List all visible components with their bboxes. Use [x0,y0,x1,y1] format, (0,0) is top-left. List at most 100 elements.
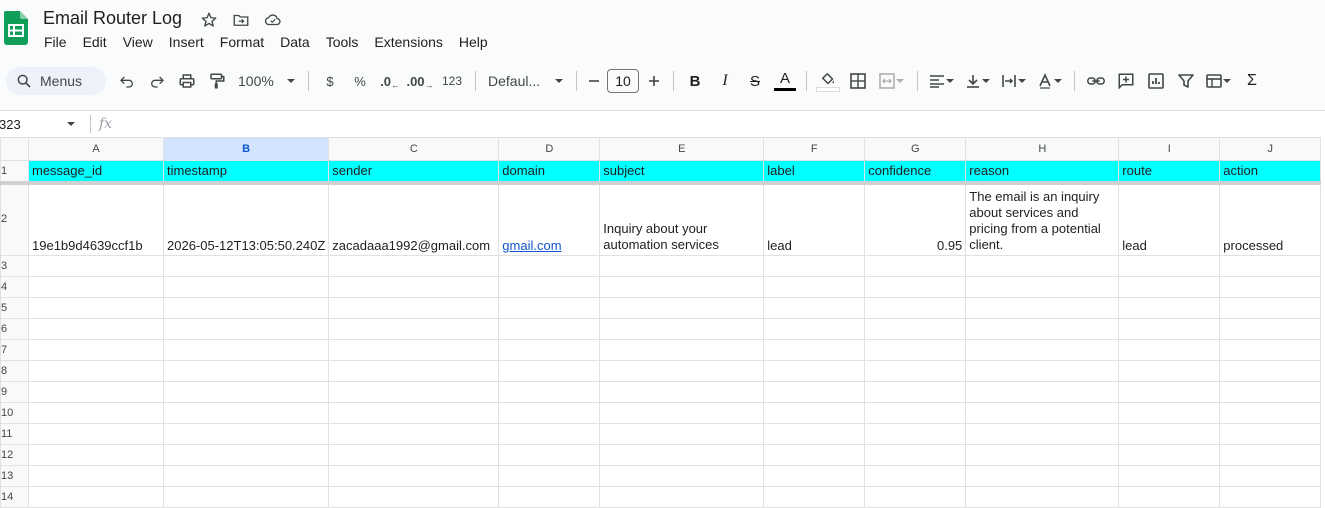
cell[interactable] [763,339,866,361]
font-select[interactable]: Defaul... [482,67,570,95]
cell[interactable]: route [1118,160,1221,183]
cell[interactable] [599,444,765,466]
cell[interactable] [498,339,601,361]
cell[interactable] [864,381,967,403]
zoom-select[interactable]: 100% [232,67,302,95]
cell[interactable] [864,444,967,466]
text-rotation-icon[interactable] [1032,67,1068,95]
cell[interactable] [162,444,330,466]
cell[interactable] [498,381,601,403]
cell[interactable] [599,318,765,340]
column-header-f[interactable]: F [763,137,866,161]
cell[interactable] [965,297,1120,319]
cell[interactable] [1219,360,1322,382]
column-header-d[interactable]: D [498,137,601,161]
cell[interactable]: subject [599,160,765,183]
move-folder-icon[interactable] [230,10,252,30]
cell[interactable]: message_id [28,160,164,183]
cell[interactable] [599,381,765,403]
cell[interactable] [328,360,500,382]
menu-data[interactable]: Data [272,33,318,51]
name-box[interactable]: 323 [0,117,82,132]
fill-color-icon[interactable] [813,67,843,95]
cell[interactable] [763,444,866,466]
cell[interactable] [763,465,866,487]
insert-chart-icon[interactable] [1141,67,1171,95]
filter-views-icon[interactable] [1201,67,1237,95]
menu-help[interactable]: Help [451,33,496,51]
cell[interactable] [1219,444,1322,466]
increase-decimal-button[interactable]: .00 → [405,67,435,95]
cell[interactable]: reason [965,160,1120,183]
cell[interactable] [1118,381,1221,403]
insert-link-icon[interactable] [1081,67,1111,95]
italic-button[interactable]: I [710,67,740,95]
row-header[interactable]: 1 [0,160,29,183]
cell[interactable] [328,402,500,424]
cell[interactable] [1118,444,1221,466]
cell[interactable]: 19e1b9d4639ccf1b [28,180,164,256]
row-header[interactable]: 3 [0,255,29,277]
cell[interactable] [1219,255,1322,277]
cell[interactable] [28,297,164,319]
cell[interactable] [864,255,967,277]
sheets-logo-icon[interactable] [4,11,28,45]
cell[interactable] [162,255,330,277]
cell[interactable]: 0.95 [864,180,967,256]
text-color-button[interactable]: A [770,67,800,95]
merge-cells-icon[interactable] [873,67,911,95]
cell[interactable] [1219,381,1322,403]
cell[interactable]: sender [328,160,500,183]
cell[interactable] [864,486,967,508]
cell[interactable] [965,381,1120,403]
cell[interactable] [599,255,765,277]
cell[interactable] [1219,297,1322,319]
cell[interactable] [1118,465,1221,487]
menu-edit[interactable]: Edit [75,33,115,51]
cell[interactable] [328,255,500,277]
cell[interactable]: lead [1118,180,1221,256]
cell[interactable] [498,444,601,466]
decrease-font-size-icon[interactable] [583,67,605,95]
cell[interactable] [965,444,1120,466]
cell[interactable] [1118,486,1221,508]
row-header[interactable]: 7 [0,339,29,361]
column-header-b[interactable]: B [162,137,330,161]
cell[interactable] [965,276,1120,298]
row-header[interactable]: 6 [0,318,29,340]
print-icon[interactable] [172,67,202,95]
cell[interactable]: The email is an inquiry about services a… [965,180,1120,256]
row-header[interactable]: 5 [0,297,29,319]
vertical-align-icon[interactable] [960,67,996,95]
cell[interactable] [28,423,164,445]
cell[interactable] [1118,339,1221,361]
cell[interactable] [864,360,967,382]
cell[interactable]: label [763,160,866,183]
cell[interactable] [498,255,601,277]
cell[interactable] [328,381,500,403]
borders-icon[interactable] [843,67,873,95]
row-header[interactable]: 2 [0,180,29,256]
cell[interactable]: action [1219,160,1322,183]
undo-icon[interactable] [112,67,142,95]
cell[interactable] [498,318,601,340]
functions-icon[interactable]: Σ [1237,67,1267,95]
menu-extensions[interactable]: Extensions [366,33,450,51]
cell[interactable] [599,360,765,382]
formula-input[interactable] [112,114,1325,134]
cell[interactable] [763,276,866,298]
cell[interactable] [328,444,500,466]
column-header-e[interactable]: E [599,137,765,161]
document-title[interactable]: Email Router Log [43,8,182,29]
column-header-a[interactable]: A [28,137,164,161]
cell[interactable] [599,297,765,319]
cell[interactable] [28,339,164,361]
cell[interactable] [28,444,164,466]
cell[interactable] [763,297,866,319]
cell[interactable] [864,465,967,487]
cell[interactable] [498,402,601,424]
cell[interactable] [1118,402,1221,424]
row-header[interactable]: 13 [0,465,29,487]
cell[interactable] [498,465,601,487]
row-header[interactable]: 14 [0,486,29,508]
